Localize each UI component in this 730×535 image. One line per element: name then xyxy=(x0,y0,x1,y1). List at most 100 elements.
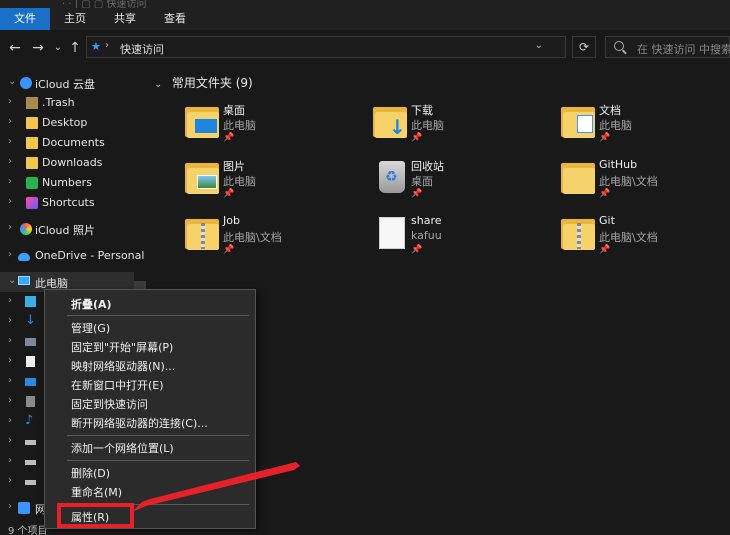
tile-location: 此电脑\文档 xyxy=(599,175,658,188)
menu-item-rename[interactable]: 重命名(M) xyxy=(45,482,255,501)
menu-item-label: 折叠(A) xyxy=(71,298,112,311)
drive-icon xyxy=(25,480,36,485)
annotation-highlight-box xyxy=(57,503,134,528)
sidebar-item-label: iCloud 照片 xyxy=(35,224,95,237)
menu-item-collapse[interactable]: 折叠(A) xyxy=(45,294,255,313)
folder-tile-desktop[interactable]: 桌面 此电脑 📌 xyxy=(150,100,330,152)
group-header-frequent-folders[interactable]: ⌄ 常用文件夹 (9) xyxy=(154,74,253,91)
menu-item-label: 在新窗口中打开(E) xyxy=(71,379,164,392)
pin-icon: 📌 xyxy=(599,189,611,199)
chevron-right-icon[interactable]: › xyxy=(8,435,12,446)
back-arrow-icon[interactable]: ← xyxy=(6,38,24,58)
chevron-right-icon[interactable]: › xyxy=(8,375,12,386)
chevron-right-icon[interactable]: › xyxy=(8,455,12,466)
group-title: 常用文件夹 (9) xyxy=(171,76,253,90)
desktop-icon xyxy=(26,396,35,407)
pin-icon: 📌 xyxy=(223,133,235,143)
search-box[interactable]: 在 快速访问 中搜索 xyxy=(605,36,730,58)
tile-name: GitHub xyxy=(599,158,638,171)
refresh-icon[interactable]: ⟳ xyxy=(572,36,596,58)
menu-separator xyxy=(67,435,249,436)
zip-folder-icon xyxy=(185,215,221,251)
sidebar-item-desktop[interactable]: › Desktop xyxy=(0,113,148,133)
chevron-down-icon[interactable]: ⌄ xyxy=(8,76,16,87)
sidebar-item-shortcuts[interactable]: › Shortcuts xyxy=(0,193,148,213)
sidebar-item-trash[interactable]: › .Trash xyxy=(0,93,148,113)
tile-location: 此电脑\文档 xyxy=(599,231,658,244)
menu-item-label: 映射网络驱动器(N)... xyxy=(71,360,176,373)
chevron-down-icon[interactable]: ⌄ xyxy=(8,275,16,286)
sidebar-item-downloads[interactable]: › Downloads xyxy=(0,153,148,173)
folder-tile-documents[interactable]: 文档 此电脑 📌 xyxy=(526,100,706,152)
sidebar-item-icloud-photos[interactable]: › iCloud 照片 xyxy=(0,219,148,239)
folder-tile-job[interactable]: Job 此电脑\文档 📌 xyxy=(150,212,330,264)
desktop-folder-icon xyxy=(185,103,221,139)
videos-icon xyxy=(25,338,36,346)
menu-item-label: 断开网络驱动器的连接(C)... xyxy=(71,417,208,430)
chevron-right-icon[interactable]: › xyxy=(8,136,12,147)
chevron-right-icon[interactable]: › xyxy=(8,501,12,512)
menu-item-pin-quick-access[interactable]: 固定到快速访问 xyxy=(45,394,255,413)
folder-tile-git[interactable]: Git 此电脑\文档 📌 xyxy=(526,212,706,264)
folder-icon xyxy=(26,117,38,129)
sidebar-item-icloud-drive[interactable]: ⌄ iCloud 云盘 xyxy=(0,73,148,93)
up-arrow-icon[interactable]: ↑ xyxy=(66,38,84,58)
folder-tile-github[interactable]: GitHub 此电脑\文档 📌 xyxy=(526,156,706,208)
chevron-right-icon[interactable]: › xyxy=(8,196,12,207)
tab-home[interactable]: 主页 xyxy=(50,8,100,30)
pictures-icon xyxy=(25,378,36,386)
sidebar-item-documents[interactable]: › Documents xyxy=(0,133,148,153)
menu-item-open-new-window[interactable]: 在新窗口中打开(E) xyxy=(45,375,255,394)
recent-locations-chevron-icon[interactable]: ⌄ xyxy=(49,38,67,58)
tab-share[interactable]: 共享 xyxy=(100,8,150,30)
chevron-right-icon[interactable]: › xyxy=(8,475,12,486)
chevron-right-icon[interactable]: › xyxy=(8,295,12,306)
pin-icon: 📌 xyxy=(223,189,235,199)
address-dropdown-icon[interactable]: ⌄ xyxy=(535,40,543,51)
forward-arrow-icon[interactable]: → xyxy=(29,38,47,58)
chevron-right-icon[interactable]: › xyxy=(8,395,12,406)
menu-item-map-network-drive[interactable]: 映射网络驱动器(N)... xyxy=(45,356,255,375)
chevron-right-icon[interactable]: › xyxy=(8,116,12,127)
chevron-right-icon[interactable]: › xyxy=(8,355,12,366)
breadcrumb-quick-access[interactable]: 快速访问 xyxy=(120,41,164,57)
menu-item-manage[interactable]: 管理(G) xyxy=(45,318,255,337)
menu-item-add-network-location[interactable]: 添加一个网络位置(L) xyxy=(45,438,255,457)
chevron-right-icon[interactable]: › xyxy=(8,176,12,187)
chevron-right-icon[interactable]: › xyxy=(8,335,12,346)
folder-tile-share[interactable]: share kafuu 📌 xyxy=(338,212,518,264)
folder-tile-recycle-bin[interactable]: 回收站 桌面 📌 xyxy=(338,156,518,208)
tile-location: 桌面 xyxy=(411,175,433,188)
folder-tile-pictures[interactable]: 图片 此电脑 📌 xyxy=(150,156,330,208)
sidebar-item-onedrive[interactable]: › OneDrive - Personal xyxy=(0,246,148,266)
menu-item-label: 删除(D) xyxy=(71,467,111,480)
pin-icon: 📌 xyxy=(411,133,423,143)
sidebar-item-label: .Trash xyxy=(42,96,75,109)
tile-location: 此电脑 xyxy=(223,175,256,188)
folder-icon xyxy=(26,137,38,149)
pin-icon: 📌 xyxy=(599,245,611,255)
search-icon xyxy=(614,41,624,51)
tab-view[interactable]: 查看 xyxy=(150,8,200,30)
tab-file[interactable]: 文件 xyxy=(0,8,50,30)
chevron-down-icon[interactable]: ⌄ xyxy=(154,79,162,90)
search-placeholder: 在 快速访问 中搜索 xyxy=(637,43,730,56)
tile-location: 此电脑\文档 xyxy=(223,231,282,244)
folder-tile-downloads[interactable]: ↓ 下载 此电脑 📌 xyxy=(338,100,518,152)
chevron-right-icon[interactable]: › xyxy=(8,222,12,233)
tile-name: Git xyxy=(599,214,615,227)
address-bar[interactable]: ★ › 快速访问 ⌄ xyxy=(86,36,566,58)
menu-item-label: 固定到快速访问 xyxy=(71,398,148,411)
chevron-right-icon[interactable]: › xyxy=(8,315,12,326)
menu-item-label: 添加一个网络位置(L) xyxy=(71,442,174,455)
menu-item-pin-to-start[interactable]: 固定到"开始"屏幕(P) xyxy=(45,337,255,356)
chevron-right-icon[interactable]: › xyxy=(8,156,12,167)
chevron-right-icon[interactable]: › xyxy=(8,249,12,260)
menu-item-delete[interactable]: 删除(D) xyxy=(45,463,255,482)
menu-item-disconnect-network-drive[interactable]: 断开网络驱动器的连接(C)... xyxy=(45,413,255,432)
chevron-right-icon[interactable]: › xyxy=(8,96,12,107)
chevron-right-icon[interactable]: › xyxy=(8,415,12,426)
sidebar-item-numbers[interactable]: › Numbers xyxy=(0,173,148,193)
sidebar-item-label: Shortcuts xyxy=(42,196,95,209)
sidebar-item-label: iCloud 云盘 xyxy=(35,78,95,91)
